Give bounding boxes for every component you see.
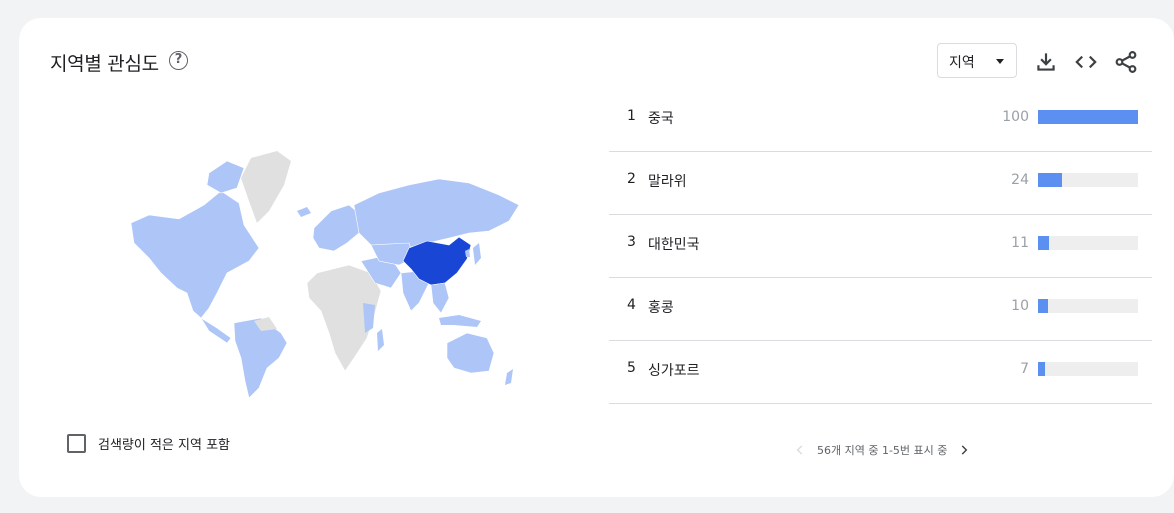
share-icon[interactable] (1113, 49, 1139, 75)
help-icon[interactable]: ? (169, 51, 188, 70)
embed-code-icon[interactable] (1073, 49, 1099, 75)
ranking-bar-track (1038, 236, 1138, 250)
map-region-southeast-asia (430, 282, 450, 314)
map-region-iceland (297, 207, 311, 217)
map-region-indonesia (439, 315, 481, 327)
ranking-region-name[interactable]: 대한민국 (648, 234, 700, 254)
card-title: 지역별 관심도 (50, 53, 159, 75)
ranking-number: 4 (627, 297, 636, 313)
ranking-row[interactable]: 5 싱가포르 7 (609, 341, 1152, 404)
ranking-row[interactable]: 1 중국 100 (609, 89, 1152, 152)
include-low-volume-option[interactable]: 검색량이 적은 지역 포함 (67, 434, 230, 453)
ranking-bar (1038, 236, 1049, 250)
pagination: 56개 지역 중 1-5번 표시 중 (789, 439, 975, 461)
ranking-list: 1 중국 100 2 말라위 24 3 대한민국 11 4 홍콩 10 5 싱가… (609, 89, 1152, 404)
map-region-east-africa (363, 303, 375, 333)
ranking-row[interactable]: 3 대한민국 11 (609, 215, 1152, 278)
ranking-bar (1038, 110, 1138, 124)
map-region-central-america (200, 317, 232, 344)
ranking-value: 11 (1011, 235, 1029, 251)
ranking-bar (1038, 173, 1062, 187)
download-icon[interactable] (1033, 49, 1059, 75)
region-select[interactable]: 지역 (937, 43, 1017, 78)
ranking-row[interactable]: 2 말라위 24 (609, 152, 1152, 215)
include-low-volume-checkbox[interactable] (67, 434, 86, 453)
ranking-row[interactable]: 4 홍콩 10 (609, 278, 1152, 341)
ranking-region-name[interactable]: 말라위 (648, 171, 687, 191)
map-region-madagascar (377, 329, 384, 351)
ranking-bar-track (1038, 299, 1138, 313)
ranking-bar-track (1038, 362, 1138, 376)
map-region-europe (312, 204, 362, 252)
map-region-new-zealand (505, 369, 513, 385)
ranking-number: 5 (627, 360, 636, 376)
next-page-icon[interactable] (953, 439, 975, 461)
ranking-region-name[interactable]: 홍콩 (648, 297, 674, 317)
ranking-value: 7 (1020, 361, 1029, 377)
ranking-bar-track (1038, 110, 1138, 124)
include-low-volume-label: 검색량이 적은 지역 포함 (98, 438, 230, 453)
map-region-greenland (241, 151, 291, 223)
ranking-number: 1 (627, 108, 636, 124)
dropdown-caret-icon (996, 59, 1004, 64)
ranking-number: 2 (627, 171, 636, 187)
map-region-australia (446, 332, 495, 374)
map-region-north-america (130, 190, 260, 319)
map-region-japan (473, 243, 481, 265)
pagination-status: 56개 지역 중 1-5번 표시 중 (817, 444, 948, 457)
ranking-bar-track (1038, 173, 1138, 187)
region-interest-card: 지역별 관심도 ? 지역 검색량이 적은 지역 포함 1 중국 100 2 말라… (19, 18, 1174, 497)
ranking-number: 3 (627, 234, 636, 250)
map-region-russia (353, 178, 520, 252)
region-select-value: 지역 (949, 55, 975, 71)
ranking-region-name[interactable]: 중국 (648, 108, 674, 128)
world-map (130, 151, 520, 398)
ranking-region-name[interactable]: 싱가포르 (648, 360, 700, 380)
map-region-arctic-islands (206, 160, 245, 194)
ranking-bar (1038, 299, 1048, 313)
ranking-value: 100 (1002, 109, 1029, 125)
ranking-bar (1038, 362, 1045, 376)
ranking-value: 10 (1011, 298, 1029, 314)
ranking-value: 24 (1011, 172, 1029, 188)
previous-page-icon[interactable] (789, 439, 811, 461)
